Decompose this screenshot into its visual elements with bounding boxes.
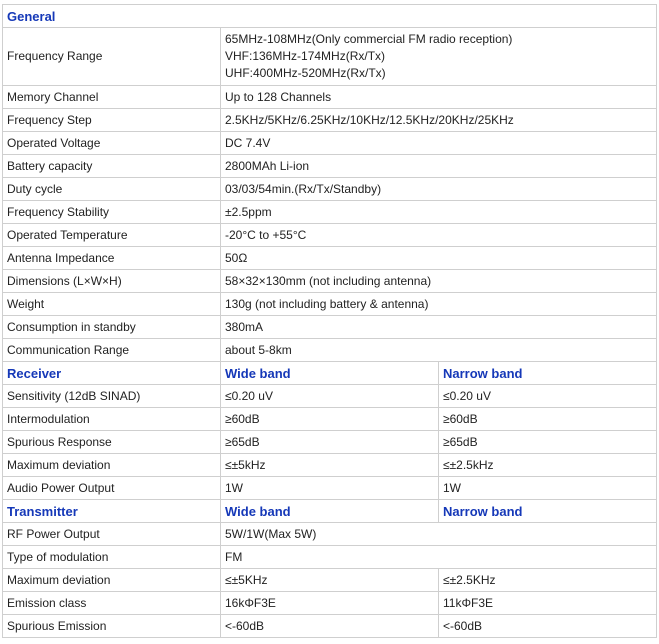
spec-label: Operated Voltage <box>2 131 221 155</box>
table-row: Emission class 16kΦF3E 11kΦF3E <box>2 591 657 615</box>
spec-value: 2.5KHz/5KHz/6.25KHz/10KHz/12.5KHz/20KHz/… <box>220 108 657 132</box>
spec-label: Spurious Response <box>2 430 221 454</box>
spec-table: General Frequency Range 65MHz-108MHz(Onl… <box>2 4 657 638</box>
spec-label: Maximum deviation <box>2 568 221 592</box>
table-row: Operated Temperature -20°C to +55°C <box>2 223 657 247</box>
spec-label: Intermodulation <box>2 407 221 431</box>
table-row: Intermodulation ≥60dB ≥60dB <box>2 407 657 431</box>
narrow-value: ≤0.20 uV <box>438 384 657 408</box>
table-row: Spurious Response ≥65dB ≥65dB <box>2 430 657 454</box>
spec-value: about 5-8km <box>220 338 657 362</box>
table-row: Duty cycle 03/03/54min.(Rx/Tx/Standby) <box>2 177 657 201</box>
spec-label: Antenna Impedance <box>2 246 221 270</box>
receiver-narrow-header: Narrow band <box>438 361 657 385</box>
table-row: Operated Voltage DC 7.4V <box>2 131 657 155</box>
spec-label: Frequency Step <box>2 108 221 132</box>
table-row: Audio Power Output 1W 1W <box>2 476 657 500</box>
table-row: Frequency Stability ±2.5ppm <box>2 200 657 224</box>
spec-value: ±2.5ppm <box>220 200 657 224</box>
table-row: Spurious Emission <-60dB <-60dB <box>2 614 657 638</box>
transmitter-title: Transmitter <box>2 499 221 523</box>
spec-value-line: 65MHz-108MHz(Only commercial FM radio re… <box>225 32 513 46</box>
spec-value: 58×32×130mm (not including antenna) <box>220 269 657 293</box>
narrow-value: 11kΦF3E <box>438 591 657 615</box>
wide-value: ≥60dB <box>220 407 439 431</box>
spec-label: Audio Power Output <box>2 476 221 500</box>
spec-label: Type of modulation <box>2 545 221 569</box>
spec-label: Emission class <box>2 591 221 615</box>
table-row: Battery capacity 2800MAh Li-ion <box>2 154 657 178</box>
wide-value: 16kΦF3E <box>220 591 439 615</box>
spec-label: Sensitivity (12dB SINAD) <box>2 384 221 408</box>
table-row: Communication Range about 5-8km <box>2 338 657 362</box>
spec-value: 65MHz-108MHz(Only commercial FM radio re… <box>220 27 657 86</box>
spec-value: 5W/1W(Max 5W) <box>220 522 657 546</box>
spec-value: Up to 128 Channels <box>220 85 657 109</box>
spec-value: 03/03/54min.(Rx/Tx/Standby) <box>220 177 657 201</box>
table-row: Weight 130g (not including battery & ant… <box>2 292 657 316</box>
spec-value: 50Ω <box>220 246 657 270</box>
wide-value: ≥65dB <box>220 430 439 454</box>
spec-label: RF Power Output <box>2 522 221 546</box>
narrow-value: ≥65dB <box>438 430 657 454</box>
narrow-value: ≥60dB <box>438 407 657 431</box>
spec-label: Spurious Emission <box>2 614 221 638</box>
table-row: Sensitivity (12dB SINAD) ≤0.20 uV ≤0.20 … <box>2 384 657 408</box>
spec-value: DC 7.4V <box>220 131 657 155</box>
wide-value: ≤±5kHz <box>220 453 439 477</box>
spec-label: Operated Temperature <box>2 223 221 247</box>
narrow-value: <-60dB <box>438 614 657 638</box>
spec-value: 380mA <box>220 315 657 339</box>
spec-label: Maximum deviation <box>2 453 221 477</box>
general-title: General <box>2 4 657 28</box>
section-header-general: General <box>2 4 657 28</box>
wide-value: ≤±5KHz <box>220 568 439 592</box>
spec-label: Memory Channel <box>2 85 221 109</box>
transmitter-wide-header: Wide band <box>220 499 439 523</box>
spec-label: Frequency Range <box>2 27 221 86</box>
wide-value: 1W <box>220 476 439 500</box>
section-header-transmitter: Transmitter Wide band Narrow band <box>2 499 657 523</box>
spec-value: 2800MAh Li-ion <box>220 154 657 178</box>
table-row: Type of modulation FM <box>2 545 657 569</box>
spec-label: Communication Range <box>2 338 221 362</box>
spec-label: Battery capacity <box>2 154 221 178</box>
spec-value-line: VHF:136MHz-174MHz(Rx/Tx) <box>225 49 386 63</box>
transmitter-narrow-header: Narrow band <box>438 499 657 523</box>
receiver-wide-header: Wide band <box>220 361 439 385</box>
narrow-value: 1W <box>438 476 657 500</box>
table-row: Maximum deviation ≤±5KHz ≤±2.5KHz <box>2 568 657 592</box>
narrow-value: ≤±2.5kHz <box>438 453 657 477</box>
table-row: Frequency Step 2.5KHz/5KHz/6.25KHz/10KHz… <box>2 108 657 132</box>
wide-value: <-60dB <box>220 614 439 638</box>
table-row: Memory Channel Up to 128 Channels <box>2 85 657 109</box>
table-row: Dimensions (L×W×H) 58×32×130mm (not incl… <box>2 269 657 293</box>
spec-label: Consumption in standby <box>2 315 221 339</box>
wide-value: ≤0.20 uV <box>220 384 439 408</box>
spec-label: Duty cycle <box>2 177 221 201</box>
spec-value: 130g (not including battery & antenna) <box>220 292 657 316</box>
table-row: Frequency Range 65MHz-108MHz(Only commer… <box>2 27 657 86</box>
table-row: Maximum deviation ≤±5kHz ≤±2.5kHz <box>2 453 657 477</box>
spec-value: FM <box>220 545 657 569</box>
narrow-value: ≤±2.5KHz <box>438 568 657 592</box>
receiver-title: Receiver <box>2 361 221 385</box>
spec-value: -20°C to +55°C <box>220 223 657 247</box>
spec-label: Frequency Stability <box>2 200 221 224</box>
section-header-receiver: Receiver Wide band Narrow band <box>2 361 657 385</box>
table-row: RF Power Output 5W/1W(Max 5W) <box>2 522 657 546</box>
table-row: Antenna Impedance 50Ω <box>2 246 657 270</box>
spec-label: Dimensions (L×W×H) <box>2 269 221 293</box>
table-row: Consumption in standby 380mA <box>2 315 657 339</box>
spec-label: Weight <box>2 292 221 316</box>
spec-value-line: UHF:400MHz-520MHz(Rx/Tx) <box>225 66 386 80</box>
